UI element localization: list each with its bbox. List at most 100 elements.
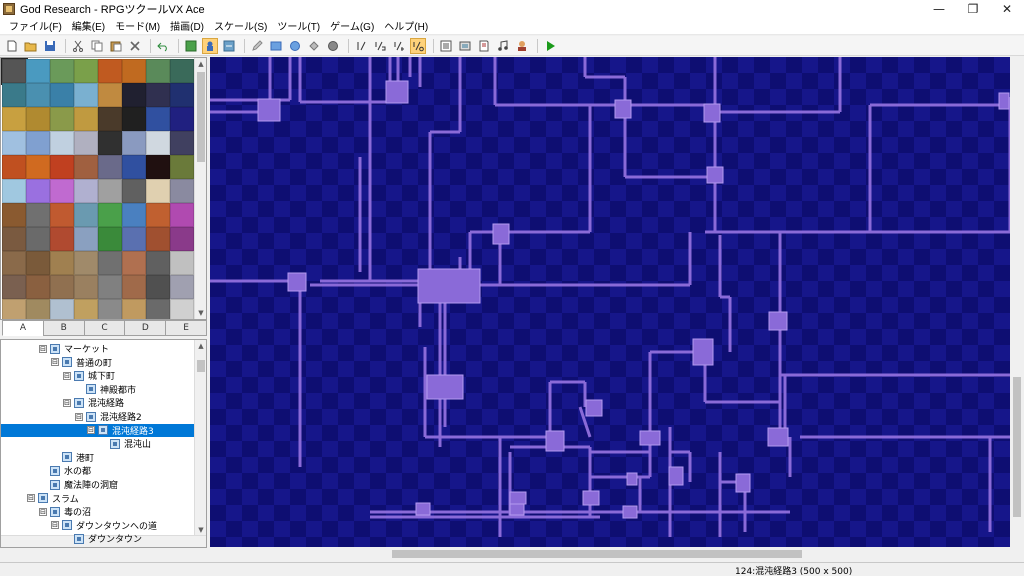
tile-swatch[interactable] xyxy=(26,227,50,251)
tile-swatch[interactable] xyxy=(2,275,26,299)
tile-swatch[interactable] xyxy=(74,59,98,83)
database-icon[interactable] xyxy=(438,38,454,54)
tree-item[interactable]: 魔法陣の洞窟 xyxy=(39,478,118,491)
tile-swatch[interactable] xyxy=(146,155,170,179)
minimize-button[interactable]: — xyxy=(922,0,956,17)
sound-test-icon[interactable] xyxy=(495,38,511,54)
shadow-pen-icon[interactable] xyxy=(325,38,341,54)
tile-swatch[interactable] xyxy=(26,203,50,227)
close-button[interactable]: ✕ xyxy=(990,0,1024,17)
undo-icon[interactable] xyxy=(155,38,171,54)
scroll-up-arrow-icon[interactable]: ▲ xyxy=(195,58,206,70)
tile-swatch[interactable] xyxy=(74,107,98,131)
character-generator-icon[interactable] xyxy=(514,38,530,54)
tile-swatch[interactable] xyxy=(98,227,122,251)
tile-swatch[interactable] xyxy=(74,299,98,319)
event-mode-icon[interactable] xyxy=(202,37,218,54)
tile-swatch[interactable] xyxy=(26,83,50,107)
region-mode-icon[interactable] xyxy=(221,38,237,54)
palette-scroll-thumb[interactable] xyxy=(197,72,205,162)
tile-swatch[interactable] xyxy=(170,131,194,155)
tree-item[interactable]: ⊟ 普通の町 xyxy=(51,356,112,369)
maximize-button[interactable]: ❐ xyxy=(956,0,990,17)
tree-item[interactable]: 水の都 xyxy=(39,464,91,477)
tile-swatch[interactable] xyxy=(2,107,26,131)
tile-swatch[interactable] xyxy=(98,299,122,319)
tile-swatch[interactable] xyxy=(98,131,122,155)
paste-icon[interactable] xyxy=(108,38,124,54)
tile-swatch[interactable] xyxy=(74,275,98,299)
tile-swatch[interactable] xyxy=(98,275,122,299)
tree-item[interactable]: ⊟ 毒の沼 xyxy=(39,505,91,518)
tree-item[interactable]: 港町 xyxy=(51,451,94,464)
tree-expander-icon[interactable]: ⊟ xyxy=(39,507,47,516)
tab-e[interactable]: E xyxy=(165,320,207,336)
tile-swatch[interactable] xyxy=(122,227,146,251)
pencil-icon[interactable] xyxy=(249,38,265,54)
menu-tools[interactable]: ツール(T) xyxy=(272,18,325,33)
tab-d[interactable]: D xyxy=(124,320,167,336)
new-file-icon[interactable] xyxy=(4,38,20,54)
tile-swatch[interactable] xyxy=(2,203,26,227)
tile-swatch[interactable] xyxy=(122,83,146,107)
tree-item[interactable]: ⊟ 混沌経路 xyxy=(63,396,124,409)
tile-swatch[interactable] xyxy=(26,107,50,131)
tile-swatch[interactable] xyxy=(170,275,194,299)
tileset-palette[interactable]: ▲ ▼ xyxy=(0,57,207,320)
tile-swatch[interactable] xyxy=(74,155,98,179)
tile-swatch[interactable] xyxy=(122,107,146,131)
map-paths[interactable] xyxy=(210,57,1010,547)
tree-item[interactable]: 神殿都市 xyxy=(75,383,136,396)
tile-swatch[interactable] xyxy=(50,83,74,107)
tileset-grid[interactable] xyxy=(1,58,194,319)
tile-swatch[interactable] xyxy=(146,227,170,251)
playtest-icon[interactable] xyxy=(542,38,558,54)
tile-swatch[interactable] xyxy=(50,107,74,131)
tile-swatch[interactable] xyxy=(50,275,74,299)
tile-swatch[interactable] xyxy=(98,83,122,107)
resource-manager-icon[interactable] xyxy=(457,38,473,54)
tree-expander-icon[interactable]: ⊟ xyxy=(27,494,35,503)
tree-expander-icon[interactable]: ⊟ xyxy=(75,412,83,421)
tile-swatch[interactable] xyxy=(122,59,146,83)
tile-swatch[interactable] xyxy=(50,227,74,251)
tile-swatch[interactable] xyxy=(98,203,122,227)
tile-swatch[interactable] xyxy=(2,179,26,203)
delete-icon[interactable] xyxy=(127,38,143,54)
tile-swatch[interactable] xyxy=(2,251,26,275)
tile-swatch[interactable] xyxy=(74,227,98,251)
tree-scroll-thumb[interactable] xyxy=(197,360,205,372)
tree-expander-icon[interactable]: ⊟ xyxy=(51,521,59,530)
tile-swatch[interactable] xyxy=(2,299,26,319)
map-canvas[interactable] xyxy=(210,57,1010,547)
copy-icon[interactable] xyxy=(89,38,105,54)
tile-swatch[interactable] xyxy=(122,299,146,319)
ellipse-icon[interactable] xyxy=(287,38,303,54)
scale-1-8-icon[interactable] xyxy=(410,37,426,54)
tile-swatch[interactable] xyxy=(98,251,122,275)
menu-edit[interactable]: 編集(E) xyxy=(67,18,110,33)
tile-swatch[interactable] xyxy=(26,275,50,299)
tile-swatch[interactable] xyxy=(146,131,170,155)
tile-swatch[interactable] xyxy=(2,83,26,107)
menu-file[interactable]: ファイル(F) xyxy=(4,18,67,33)
tile-swatch[interactable] xyxy=(50,251,74,275)
tile-swatch[interactable] xyxy=(98,107,122,131)
save-icon[interactable] xyxy=(42,38,58,54)
tree-item[interactable]: ⊟ ダウンタウンへの道 xyxy=(51,519,157,532)
tile-swatch[interactable] xyxy=(146,251,170,275)
tile-swatch[interactable] xyxy=(122,275,146,299)
tile-swatch[interactable] xyxy=(26,155,50,179)
tile-swatch[interactable] xyxy=(170,59,194,83)
map-horizontal-scrollbar[interactable] xyxy=(210,547,1010,561)
tile-swatch[interactable] xyxy=(26,299,50,319)
tile-swatch[interactable] xyxy=(26,251,50,275)
tile-swatch[interactable] xyxy=(2,155,26,179)
open-folder-icon[interactable] xyxy=(23,38,39,54)
tree-item[interactable]: 混沌山 xyxy=(99,437,151,450)
tile-swatch[interactable] xyxy=(74,179,98,203)
tree-item[interactable]: ⊟ 混沌経路3 xyxy=(1,423,194,437)
tree-expander-icon[interactable]: ⊟ xyxy=(63,371,71,380)
map-vertical-scrollbar[interactable] xyxy=(1010,57,1024,547)
tile-swatch[interactable] xyxy=(170,107,194,131)
